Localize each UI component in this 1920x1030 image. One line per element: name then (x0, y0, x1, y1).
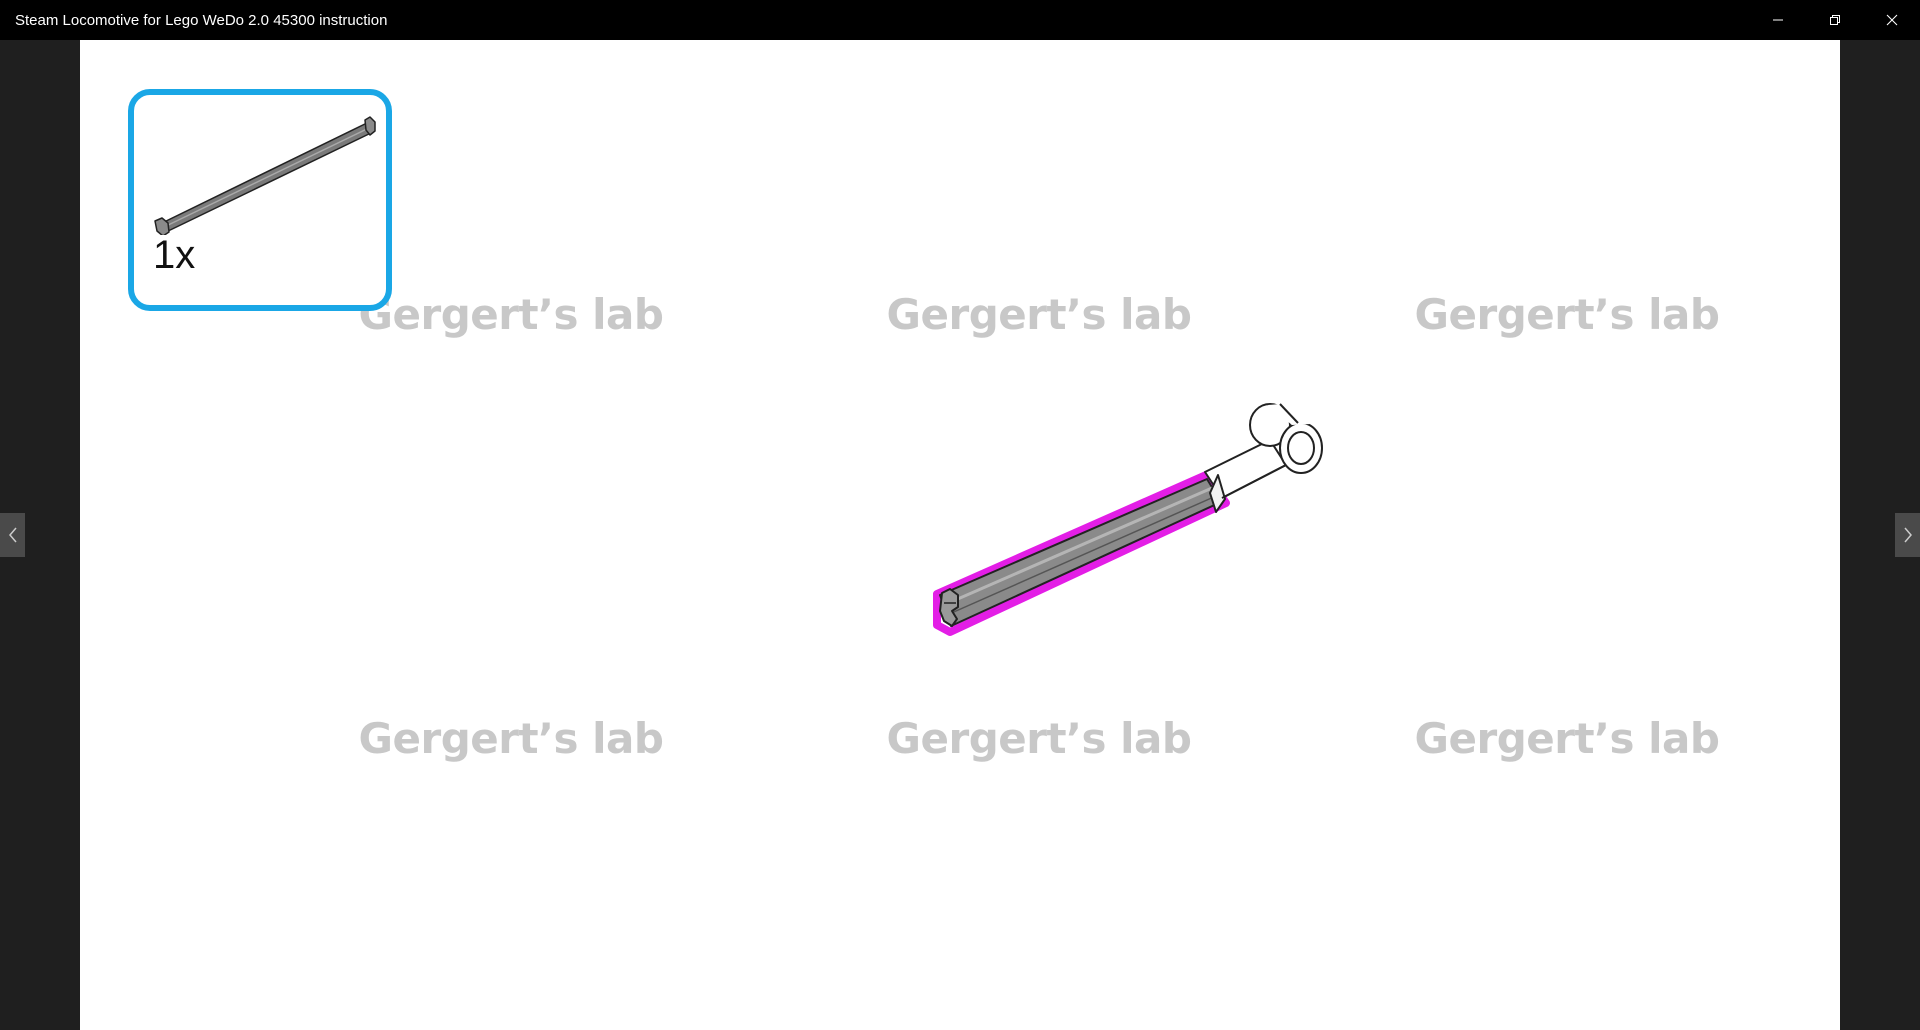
axle-part-icon (154, 116, 376, 235)
parts-list-callout: 1x (128, 89, 392, 311)
minimize-icon (1772, 19, 1783, 21)
instruction-page: Gergert’s lab Gergert’s lab Gergert’s la… (80, 40, 1840, 1030)
chevron-left-icon (8, 527, 17, 543)
connector-part (1204, 403, 1323, 513)
chevron-right-icon (1903, 527, 1912, 543)
restore-button[interactable] (1806, 0, 1863, 40)
restore-icon (1829, 15, 1840, 25)
watermark-text: Gergert’s lab (1414, 290, 1720, 339)
title-bar: Steam Locomotive for Lego WeDo 2.0 45300… (0, 0, 1920, 40)
close-button[interactable] (1863, 0, 1920, 40)
previous-page-button[interactable] (0, 513, 25, 557)
step-model-illustration (933, 403, 1323, 636)
next-page-button[interactable] (1895, 513, 1920, 557)
part-quantity-label: 1x (153, 233, 196, 277)
highlighted-axle (933, 471, 1230, 636)
minimize-button[interactable] (1749, 0, 1806, 40)
window-title: Steam Locomotive for Lego WeDo 2.0 45300… (15, 11, 388, 29)
window-controls (1749, 0, 1920, 40)
close-icon (1886, 14, 1897, 26)
watermark-text: Gergert’s lab (886, 714, 1192, 763)
watermark-text: Gergert’s lab (1414, 714, 1720, 763)
watermark-text: Gergert’s lab (886, 290, 1192, 339)
watermark-text: Gergert’s lab (358, 714, 664, 763)
